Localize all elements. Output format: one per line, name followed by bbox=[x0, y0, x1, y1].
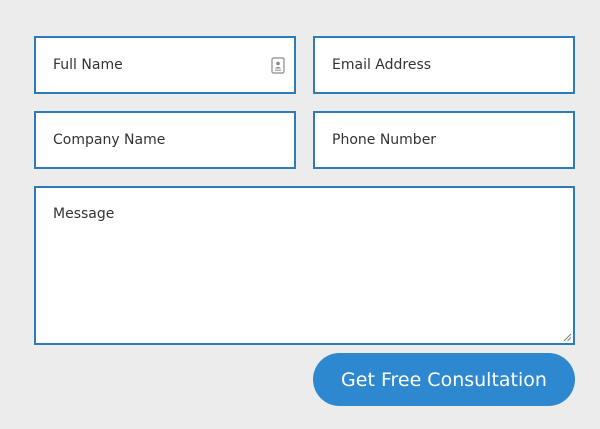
message-field-box bbox=[34, 186, 575, 345]
email-field-box bbox=[313, 36, 575, 94]
get-free-consultation-button[interactable]: Get Free Consultation bbox=[313, 353, 575, 406]
resize-grip-icon[interactable] bbox=[562, 332, 572, 342]
company-name-input[interactable] bbox=[36, 113, 294, 167]
full-name-input[interactable] bbox=[36, 38, 294, 92]
message-textarea[interactable] bbox=[36, 188, 573, 343]
company-field-box bbox=[34, 111, 296, 169]
email-input[interactable] bbox=[315, 38, 573, 92]
phone-number-input[interactable] bbox=[315, 113, 573, 167]
phone-field-box bbox=[313, 111, 575, 169]
contact-card-icon[interactable] bbox=[271, 57, 285, 74]
full-name-field-box bbox=[34, 36, 296, 94]
